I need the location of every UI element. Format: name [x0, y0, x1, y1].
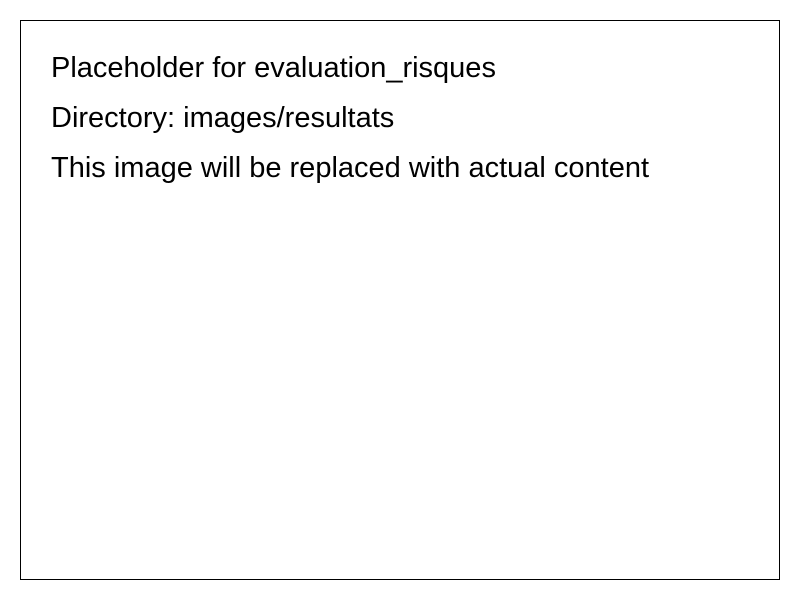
- placeholder-note: This image will be replaced with actual …: [51, 152, 650, 184]
- placeholder-frame: Placeholder for evaluation_risques Direc…: [20, 20, 780, 580]
- placeholder-title: Placeholder for evaluation_risques: [51, 52, 496, 84]
- placeholder-directory: Directory: images/resultats: [51, 102, 395, 134]
